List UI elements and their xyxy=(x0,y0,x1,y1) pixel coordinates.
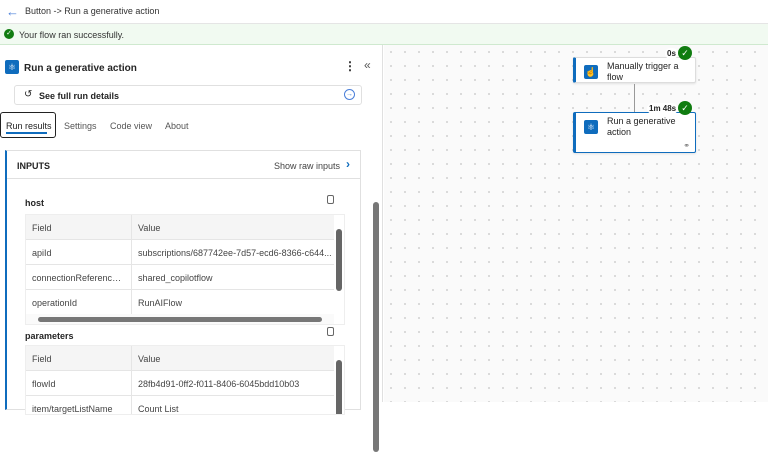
success-check-icon: ✓ xyxy=(678,101,692,115)
table-row: apiId subscriptions/687742ee-7d57-ecd6-83… xyxy=(26,240,344,265)
node-generative-action[interactable]: ⚛ Run a generative action ⚭ xyxy=(573,112,696,153)
field-cell: item/targetListName xyxy=(26,396,132,414)
duration-badge: 0s xyxy=(665,48,678,59)
collapse-panel-icon[interactable]: « xyxy=(364,58,371,72)
check-circle-icon: ✓ xyxy=(4,29,14,39)
trigger-icon: ☝ xyxy=(584,65,598,79)
breadcrumb: Button -> Run a generative action xyxy=(25,6,160,16)
value-cell: Count List xyxy=(138,404,179,414)
node-manual-trigger[interactable]: ☝ Manually trigger a flow xyxy=(573,57,696,83)
tab-code-view[interactable]: Code view xyxy=(110,121,152,131)
value-cell: RunAIFlow xyxy=(138,298,183,308)
top-bar: ← Button -> Run a generative action xyxy=(0,0,768,24)
table-row: operationId RunAIFlow xyxy=(26,290,344,315)
value-cell: subscriptions/687742ee-7d57-ecd6-8366-c6… xyxy=(138,248,332,258)
connector-line xyxy=(634,84,635,112)
action-details-panel: ⚛ Run a generative action ⋮ « ↺ See full… xyxy=(0,45,383,452)
section-title-host: host xyxy=(25,198,44,208)
node-title: Manually trigger a flow xyxy=(607,61,679,82)
host-table: Field Value apiId subscriptions/687742ee-7… xyxy=(25,214,345,325)
header-value: Value xyxy=(138,223,161,233)
header-field: Field xyxy=(26,215,132,239)
tab-about[interactable]: About xyxy=(165,121,189,131)
inputs-card: INPUTS Show raw inputs › host Field Value… xyxy=(5,150,361,415)
flow-canvas: ☝ Manually trigger a flow 0s ✓ ⚛ Run a g… xyxy=(384,45,768,402)
duration-badge: 1m 48s xyxy=(647,103,679,114)
section-title-parameters: parameters xyxy=(25,331,74,341)
copy-icon[interactable] xyxy=(327,195,334,204)
field-cell: flowId xyxy=(26,371,132,395)
tab-settings[interactable]: Settings xyxy=(64,121,97,131)
back-arrow-icon[interactable]: ← xyxy=(6,4,19,19)
table-row: connectionReferenceN... shared_copilotflo… xyxy=(26,265,344,290)
chevron-right-icon[interactable]: › xyxy=(346,157,350,171)
value-cell: 28fb4d91-0ff2-f011-8406-6045bdd10b03 xyxy=(138,379,300,389)
arrow-right-circle-icon: → xyxy=(344,89,355,100)
panel-scrollbar[interactable] xyxy=(372,190,380,452)
table-row: flowId 28fb4d91-0ff2-f011-8406-6045bdd10b… xyxy=(26,371,344,396)
link-icon: ⚭ xyxy=(683,141,690,150)
field-cell: operationId xyxy=(26,290,132,314)
table-header-row: Field Value xyxy=(26,215,344,240)
success-banner: ✓ Your flow ran successfully. xyxy=(0,24,768,45)
horizontal-scrollbar[interactable] xyxy=(26,314,334,324)
table-header-row: Field Value xyxy=(26,346,344,371)
more-options-icon[interactable]: ⋮ xyxy=(344,59,356,73)
tab-label: Run results xyxy=(6,121,52,131)
inputs-header[interactable]: INPUTS Show raw inputs › xyxy=(7,151,360,179)
tab-run-results[interactable]: Run results xyxy=(0,112,56,138)
parameters-table: Field Value flowId 28fb4d91-0ff2-f011-8406… xyxy=(25,345,345,415)
node-title: Run a generative action xyxy=(607,116,676,137)
panel-title: Run a generative action xyxy=(24,63,137,74)
see-full-run-details-button[interactable]: ↺ See full run details → xyxy=(14,85,362,105)
value-cell: shared_copilotflow xyxy=(138,273,213,283)
header-field: Field xyxy=(26,346,132,370)
details-label: See full run details xyxy=(39,91,120,101)
vertical-scrollbar[interactable] xyxy=(334,346,344,414)
copy-icon[interactable] xyxy=(327,327,334,336)
show-raw-inputs-link[interactable]: Show raw inputs xyxy=(274,161,340,171)
success-check-icon: ✓ xyxy=(678,46,692,60)
generative-action-icon: ⚛ xyxy=(584,120,598,134)
history-icon: ↺ xyxy=(24,89,33,100)
field-cell: apiId xyxy=(26,240,132,264)
field-cell: connectionReferenceN... xyxy=(26,265,132,289)
banner-message: Your flow ran successfully. xyxy=(19,30,125,40)
vertical-scrollbar[interactable] xyxy=(334,215,344,324)
header-value: Value xyxy=(138,354,161,364)
table-row: item/targetListName Count List xyxy=(26,396,344,414)
inputs-title: INPUTS xyxy=(17,161,51,171)
generative-action-icon: ⚛ xyxy=(5,60,19,74)
